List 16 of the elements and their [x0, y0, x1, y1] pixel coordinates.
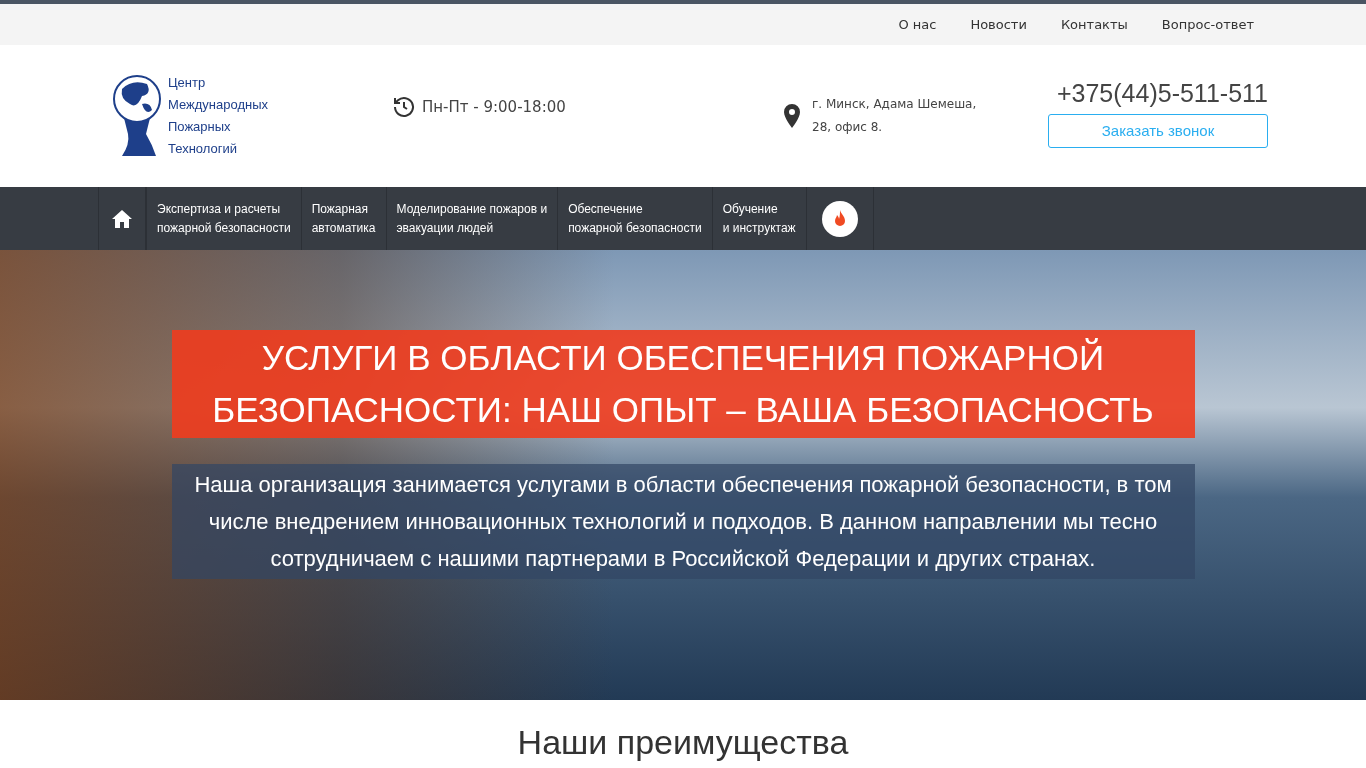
clock-history-icon	[392, 95, 416, 119]
flame-icon[interactable]	[821, 200, 858, 237]
globe-atlas-logo-icon	[112, 74, 162, 158]
phone-number: +375(44)5-511-511	[1056, 78, 1268, 108]
logo-text: Центр Международных Пожарных Технологий	[168, 74, 269, 158]
map-pin-icon	[784, 104, 800, 128]
home-icon[interactable]	[112, 209, 132, 228]
working-hours: Пн-Пт - 9:00-18:00	[422, 98, 566, 116]
top-nav-link[interactable]: Новости	[970, 17, 1027, 32]
address-text: г. Минск, Адама Шемеша, 28, офис 8.	[812, 96, 977, 136]
top-nav-link[interactable]: Вопрос-ответ	[1161, 17, 1254, 32]
hero-title: УСЛУГИ В ОБЛАСТИ ОБЕСПЕЧЕНИЯ ПОЖАРНОЙ БЕЗОПАСНОСТИ: НАШ ОПЫТ – ВАША БЕЗОПАСНОСТЬ	[171, 330, 1195, 438]
top-nav-link[interactable]: О нас	[898, 17, 937, 32]
hero-description: Наша организация занимается услугами в области обеспечения пожарной безопасности, в том числе внедрением инновационных технологий и подходов. В данном направлении мы тесно сотрудничаем с нашими партнерами в Российской Федерации и других странах.	[171, 464, 1195, 579]
top-nav-link[interactable]: Контакты	[1060, 17, 1128, 32]
section-title: Наши преимущества	[516, 722, 850, 762]
